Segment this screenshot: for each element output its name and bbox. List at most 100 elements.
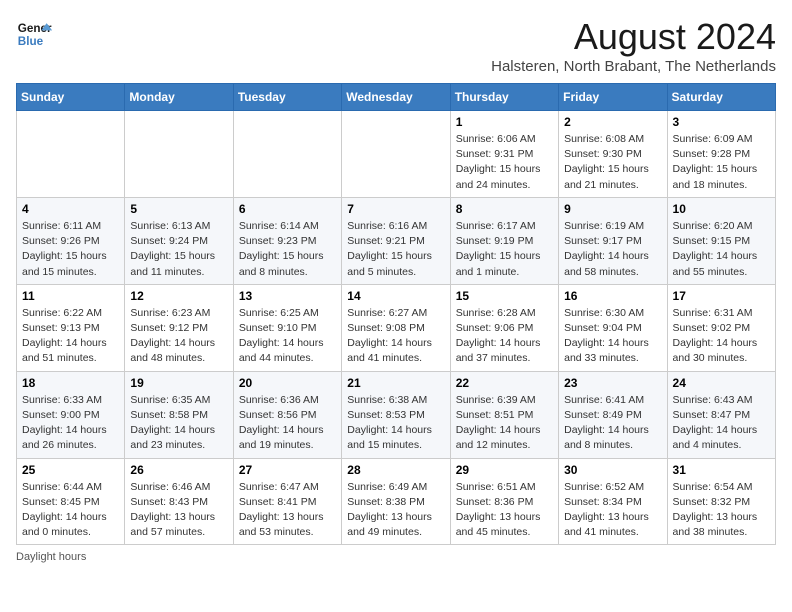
svg-text:Blue: Blue xyxy=(18,35,44,48)
calendar-cell: 30 Sunrise: 6:52 AMSunset: 8:34 PMDayligh… xyxy=(559,458,667,545)
calendar-cell: 16 Sunrise: 6:30 AMSunset: 9:04 PMDayligh… xyxy=(559,284,667,371)
calendar-table: SundayMondayTuesdayWednesdayThursdayFrid… xyxy=(16,83,776,545)
day-number: 14 xyxy=(347,289,444,303)
logo: General Blue xyxy=(16,16,52,52)
title-block: August 2024 Halsteren, North Brabant, Th… xyxy=(491,16,776,75)
calendar-cell: 7 Sunrise: 6:16 AMSunset: 9:21 PMDaylight… xyxy=(342,197,450,284)
day-info: Sunrise: 6:08 AMSunset: 9:30 PMDaylight:… xyxy=(564,132,661,193)
day-info: Sunrise: 6:20 AMSunset: 9:15 PMDaylight:… xyxy=(673,219,770,280)
calendar-week-1: 1Sunrise: 6:06 AMSunset: 9:31 PMDaylight… xyxy=(17,111,776,198)
calendar-dow-friday: Friday xyxy=(559,84,667,111)
calendar-cell: 29 Sunrise: 6:51 AMSunset: 8:36 PMDayligh… xyxy=(450,458,558,545)
day-info: Sunrise: 6:44 AMSunset: 8:45 PMDaylight:… xyxy=(22,480,119,541)
calendar-cell: 17 Sunrise: 6:31 AMSunset: 9:02 PMDayligh… xyxy=(667,284,775,371)
calendar-cell: 25 Sunrise: 6:44 AMSunset: 8:45 PMDayligh… xyxy=(17,458,125,545)
day-info: Sunrise: 6:52 AMSunset: 8:34 PMDaylight:… xyxy=(564,480,661,541)
day-number: 15 xyxy=(456,289,553,303)
calendar-cell: 6 Sunrise: 6:14 AMSunset: 9:23 PMDaylight… xyxy=(233,197,341,284)
day-number: 9 xyxy=(564,202,661,216)
calendar-dow-thursday: Thursday xyxy=(450,84,558,111)
calendar-cell: 2Sunrise: 6:08 AMSunset: 9:30 PMDaylight… xyxy=(559,111,667,198)
day-number: 17 xyxy=(673,289,770,303)
calendar-cell xyxy=(125,111,233,198)
day-info: Sunrise: 6:28 AMSunset: 9:06 PMDaylight:… xyxy=(456,306,553,367)
day-number: 31 xyxy=(673,463,770,477)
page-title: August 2024 xyxy=(491,16,776,58)
day-info: Sunrise: 6:25 AMSunset: 9:10 PMDaylight:… xyxy=(239,306,336,367)
day-number: 13 xyxy=(239,289,336,303)
calendar-cell xyxy=(17,111,125,198)
calendar-week-5: 25 Sunrise: 6:44 AMSunset: 8:45 PMDayligh… xyxy=(17,458,776,545)
day-number: 23 xyxy=(564,376,661,390)
calendar-cell: 10 Sunrise: 6:20 AMSunset: 9:15 PMDayligh… xyxy=(667,197,775,284)
calendar-cell xyxy=(342,111,450,198)
day-info: Sunrise: 6:51 AMSunset: 8:36 PMDaylight:… xyxy=(456,480,553,541)
day-number: 30 xyxy=(564,463,661,477)
day-info: Sunrise: 6:23 AMSunset: 9:12 PMDaylight:… xyxy=(130,306,227,367)
calendar-cell: 1Sunrise: 6:06 AMSunset: 9:31 PMDaylight… xyxy=(450,111,558,198)
day-number: 19 xyxy=(130,376,227,390)
calendar-cell: 3 Sunrise: 6:09 AMSunset: 9:28 PMDaylight… xyxy=(667,111,775,198)
calendar-dow-monday: Monday xyxy=(125,84,233,111)
day-number: 28 xyxy=(347,463,444,477)
day-number: 29 xyxy=(456,463,553,477)
day-number: 16 xyxy=(564,289,661,303)
day-info: Sunrise: 6:31 AMSunset: 9:02 PMDaylight:… xyxy=(673,306,770,367)
day-number: 25 xyxy=(22,463,119,477)
calendar-dow-wednesday: Wednesday xyxy=(342,84,450,111)
day-number: 21 xyxy=(347,376,444,390)
day-info: Sunrise: 6:09 AMSunset: 9:28 PMDaylight:… xyxy=(673,132,770,193)
day-number: 18 xyxy=(22,376,119,390)
day-number: 6 xyxy=(239,202,336,216)
day-info: Sunrise: 6:14 AMSunset: 9:23 PMDaylight:… xyxy=(239,219,336,280)
day-info: Sunrise: 6:38 AMSunset: 8:53 PMDaylight:… xyxy=(347,393,444,454)
calendar-cell: 21 Sunrise: 6:38 AMSunset: 8:53 PMDayligh… xyxy=(342,371,450,458)
day-number: 10 xyxy=(673,202,770,216)
day-info: Sunrise: 6:36 AMSunset: 8:56 PMDaylight:… xyxy=(239,393,336,454)
day-number: 24 xyxy=(673,376,770,390)
day-number: 27 xyxy=(239,463,336,477)
day-info: Sunrise: 6:43 AMSunset: 8:47 PMDaylight:… xyxy=(673,393,770,454)
calendar-cell: 8Sunrise: 6:17 AMSunset: 9:19 PMDaylight… xyxy=(450,197,558,284)
page-subtitle: Halsteren, North Brabant, The Netherland… xyxy=(491,58,776,75)
calendar-dow-saturday: Saturday xyxy=(667,84,775,111)
calendar-cell: 22 Sunrise: 6:39 AMSunset: 8:51 PMDayligh… xyxy=(450,371,558,458)
day-number: 20 xyxy=(239,376,336,390)
calendar-cell: 14 Sunrise: 6:27 AMSunset: 9:08 PMDayligh… xyxy=(342,284,450,371)
day-info: Sunrise: 6:39 AMSunset: 8:51 PMDaylight:… xyxy=(456,393,553,454)
day-number: 22 xyxy=(456,376,553,390)
calendar-dow-tuesday: Tuesday xyxy=(233,84,341,111)
day-info: Sunrise: 6:17 AMSunset: 9:19 PMDaylight:… xyxy=(456,219,553,280)
day-info: Sunrise: 6:30 AMSunset: 9:04 PMDaylight:… xyxy=(564,306,661,367)
calendar-cell: 12Sunrise: 6:23 AMSunset: 9:12 PMDayligh… xyxy=(125,284,233,371)
day-info: Sunrise: 6:33 AMSunset: 9:00 PMDaylight:… xyxy=(22,393,119,454)
calendar-cell: 4Sunrise: 6:11 AMSunset: 9:26 PMDaylight… xyxy=(17,197,125,284)
day-info: Sunrise: 6:06 AMSunset: 9:31 PMDaylight:… xyxy=(456,132,553,193)
day-info: Sunrise: 6:13 AMSunset: 9:24 PMDaylight:… xyxy=(130,219,227,280)
calendar-cell: 23 Sunrise: 6:41 AMSunset: 8:49 PMDayligh… xyxy=(559,371,667,458)
day-info: Sunrise: 6:41 AMSunset: 8:49 PMDaylight:… xyxy=(564,393,661,454)
calendar-cell: 28 Sunrise: 6:49 AMSunset: 8:38 PMDayligh… xyxy=(342,458,450,545)
day-number: 4 xyxy=(22,202,119,216)
day-info: Sunrise: 6:16 AMSunset: 9:21 PMDaylight:… xyxy=(347,219,444,280)
day-number: 11 xyxy=(22,289,119,303)
logo-icon: General Blue xyxy=(16,16,52,52)
day-number: 7 xyxy=(347,202,444,216)
calendar-cell: 20 Sunrise: 6:36 AMSunset: 8:56 PMDayligh… xyxy=(233,371,341,458)
calendar-cell: 11Sunrise: 6:22 AMSunset: 9:13 PMDayligh… xyxy=(17,284,125,371)
calendar-cell xyxy=(233,111,341,198)
calendar-cell: 24 Sunrise: 6:43 AMSunset: 8:47 PMDayligh… xyxy=(667,371,775,458)
day-info: Sunrise: 6:19 AMSunset: 9:17 PMDaylight:… xyxy=(564,219,661,280)
day-number: 3 xyxy=(673,115,770,129)
calendar-cell: 15 Sunrise: 6:28 AMSunset: 9:06 PMDayligh… xyxy=(450,284,558,371)
day-info: Sunrise: 6:49 AMSunset: 8:38 PMDaylight:… xyxy=(347,480,444,541)
day-info: Sunrise: 6:27 AMSunset: 9:08 PMDaylight:… xyxy=(347,306,444,367)
calendar-week-2: 4Sunrise: 6:11 AMSunset: 9:26 PMDaylight… xyxy=(17,197,776,284)
calendar-cell: 19Sunrise: 6:35 AMSunset: 8:58 PMDayligh… xyxy=(125,371,233,458)
day-number: 26 xyxy=(130,463,227,477)
calendar-week-3: 11Sunrise: 6:22 AMSunset: 9:13 PMDayligh… xyxy=(17,284,776,371)
footer-note: Daylight hours xyxy=(16,551,776,563)
calendar-cell: 9 Sunrise: 6:19 AMSunset: 9:17 PMDaylight… xyxy=(559,197,667,284)
day-info: Sunrise: 6:46 AMSunset: 8:43 PMDaylight:… xyxy=(130,480,227,541)
calendar-cell: 26 Sunrise: 6:46 AMSunset: 8:43 PMDayligh… xyxy=(125,458,233,545)
